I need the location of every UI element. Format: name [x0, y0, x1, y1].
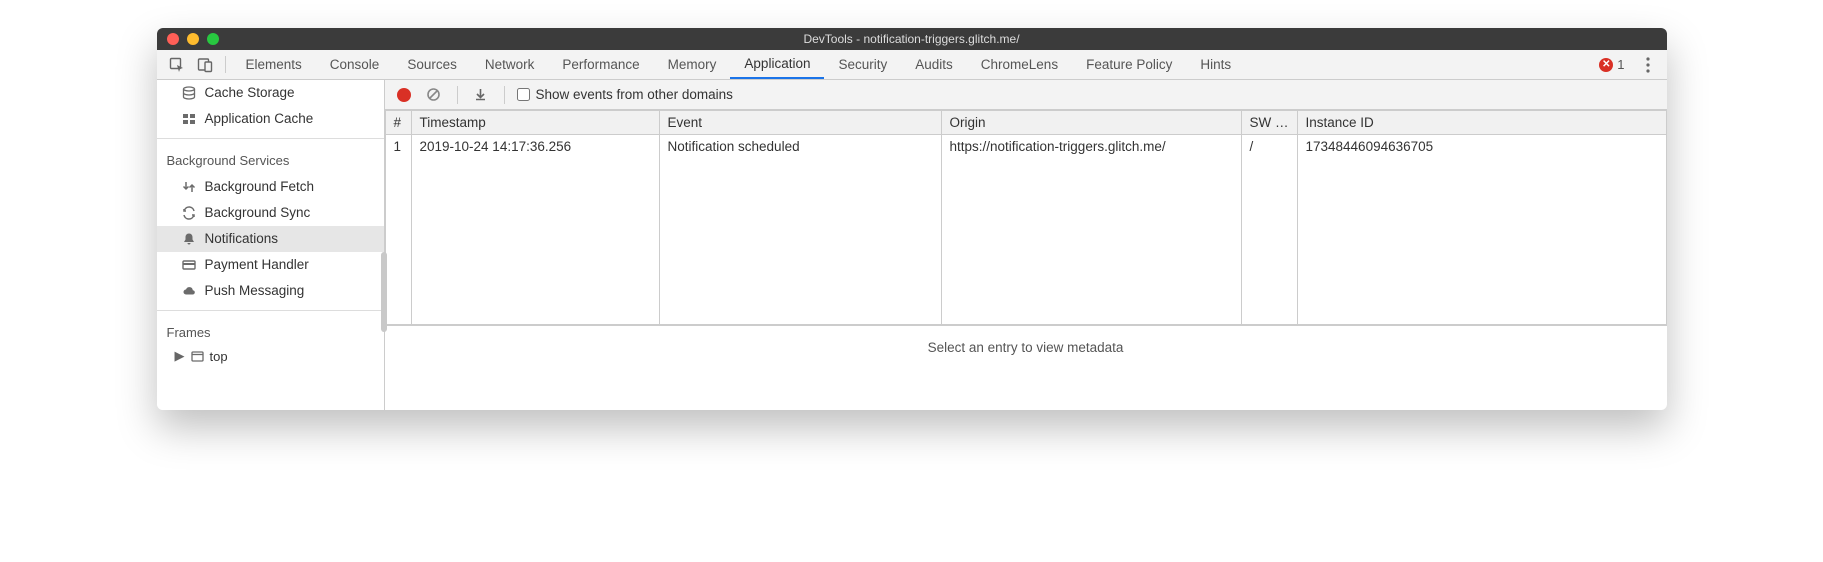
sidebar-item-notifications[interactable]: Notifications	[157, 226, 384, 252]
window-title: DevTools - notification-triggers.glitch.…	[157, 32, 1667, 46]
application-sidebar: Cache Storage Application Cache Backgrou…	[157, 80, 385, 410]
sidebar-group-title: Background Services	[157, 145, 384, 174]
cell-instance-id: 17348446094636705	[1297, 135, 1666, 325]
separator	[225, 56, 226, 73]
tab-elements[interactable]: Elements	[232, 50, 316, 79]
top-tabs: Elements Console Sources Network Perform…	[232, 50, 1246, 79]
sidebar-group-title: Frames	[157, 317, 384, 346]
col-header-sw-scope[interactable]: SW …	[1241, 111, 1297, 135]
bell-icon	[181, 232, 197, 246]
error-count: 1	[1617, 57, 1624, 72]
save-button[interactable]	[470, 84, 492, 106]
checkbox-label: Show events from other domains	[536, 87, 733, 102]
credit-card-icon	[181, 258, 197, 272]
expand-triangle-icon: ▶	[175, 348, 185, 364]
events-toolbar: Show events from other domains	[385, 80, 1667, 110]
devtools-window: DevTools - notification-triggers.glitch.…	[157, 28, 1667, 410]
sidebar-item-application-cache[interactable]: Application Cache	[157, 106, 384, 132]
sidebar-item-push-messaging[interactable]: Push Messaging	[157, 278, 384, 304]
cell-number: 1	[385, 135, 411, 325]
col-header-timestamp[interactable]: Timestamp	[411, 111, 659, 135]
sidebar-item-cache-storage[interactable]: Cache Storage	[157, 80, 384, 106]
tab-application[interactable]: Application	[730, 50, 824, 79]
console-error-badge[interactable]: ✕ 1	[1599, 50, 1624, 79]
col-header-origin[interactable]: Origin	[941, 111, 1241, 135]
tab-feature-policy[interactable]: Feature Policy	[1072, 50, 1186, 79]
titlebar: DevTools - notification-triggers.glitch.…	[157, 28, 1667, 50]
sidebar-item-label: Cache Storage	[205, 84, 295, 102]
cell-timestamp: 2019-10-24 14:17:36.256	[411, 135, 659, 325]
cell-origin: https://notification-triggers.glitch.me/	[941, 135, 1241, 325]
sidebar-item-label: Push Messaging	[205, 282, 305, 300]
main-area: Cache Storage Application Cache Backgrou…	[157, 80, 1667, 410]
tab-console[interactable]: Console	[316, 50, 394, 79]
tab-security[interactable]: Security	[824, 50, 901, 79]
sidebar-item-label: Background Sync	[205, 204, 311, 222]
table-row[interactable]: 1 2019-10-24 14:17:36.256 Notification s…	[385, 135, 1666, 325]
cell-event: Notification scheduled	[659, 135, 941, 325]
devtools-tabstrip: Elements Console Sources Network Perform…	[157, 50, 1667, 80]
sidebar-item-background-sync[interactable]: Background Sync	[157, 200, 384, 226]
col-header-number[interactable]: #	[385, 111, 411, 135]
more-options-icon[interactable]	[1635, 50, 1661, 79]
sidebar-item-background-fetch[interactable]: Background Fetch	[157, 174, 384, 200]
cloud-icon	[181, 284, 197, 298]
clear-button[interactable]	[423, 84, 445, 106]
tab-chromelens[interactable]: ChromeLens	[967, 50, 1072, 79]
col-header-instance-id[interactable]: Instance ID	[1297, 111, 1666, 135]
sidebar-item-label: Notifications	[205, 230, 279, 248]
show-other-domains-checkbox[interactable]: Show events from other domains	[517, 87, 733, 102]
tab-audits[interactable]: Audits	[901, 50, 967, 79]
tab-hints[interactable]: Hints	[1186, 50, 1245, 79]
tab-performance[interactable]: Performance	[548, 50, 653, 79]
events-table-wrap: # Timestamp Event Origin SW … Instance I…	[385, 110, 1667, 325]
frames-root[interactable]: ▶ top	[157, 346, 384, 366]
sidebar-item-label: Payment Handler	[205, 256, 309, 274]
tab-memory[interactable]: Memory	[654, 50, 731, 79]
frame-label: top	[210, 349, 228, 364]
inspect-element-icon[interactable]	[163, 50, 191, 79]
device-toolbar-icon[interactable]	[191, 50, 219, 79]
app-cache-icon	[181, 112, 197, 126]
sidebar-item-label: Background Fetch	[205, 178, 315, 196]
sidebar-item-label: Application Cache	[205, 110, 314, 128]
table-header: # Timestamp Event Origin SW … Instance I…	[385, 111, 1666, 135]
sidebar-item-payment-handler[interactable]: Payment Handler	[157, 252, 384, 278]
checkbox-input[interactable]	[517, 88, 530, 101]
sync-icon	[181, 206, 197, 220]
record-icon	[397, 88, 411, 102]
tab-sources[interactable]: Sources	[393, 50, 471, 79]
frame-icon	[191, 350, 204, 363]
cell-sw-scope: /	[1241, 135, 1297, 325]
tab-network[interactable]: Network	[471, 50, 549, 79]
col-header-event[interactable]: Event	[659, 111, 941, 135]
events-table: # Timestamp Event Origin SW … Instance I…	[385, 110, 1667, 325]
fetch-icon	[181, 180, 197, 194]
content-pane: Show events from other domains # Timesta…	[385, 80, 1667, 410]
sidebar-scrollbar[interactable]	[381, 252, 387, 332]
database-icon	[181, 86, 197, 100]
record-button[interactable]	[393, 84, 415, 106]
error-icon: ✕	[1599, 58, 1613, 72]
detail-prompt: Select an entry to view metadata	[385, 325, 1667, 369]
